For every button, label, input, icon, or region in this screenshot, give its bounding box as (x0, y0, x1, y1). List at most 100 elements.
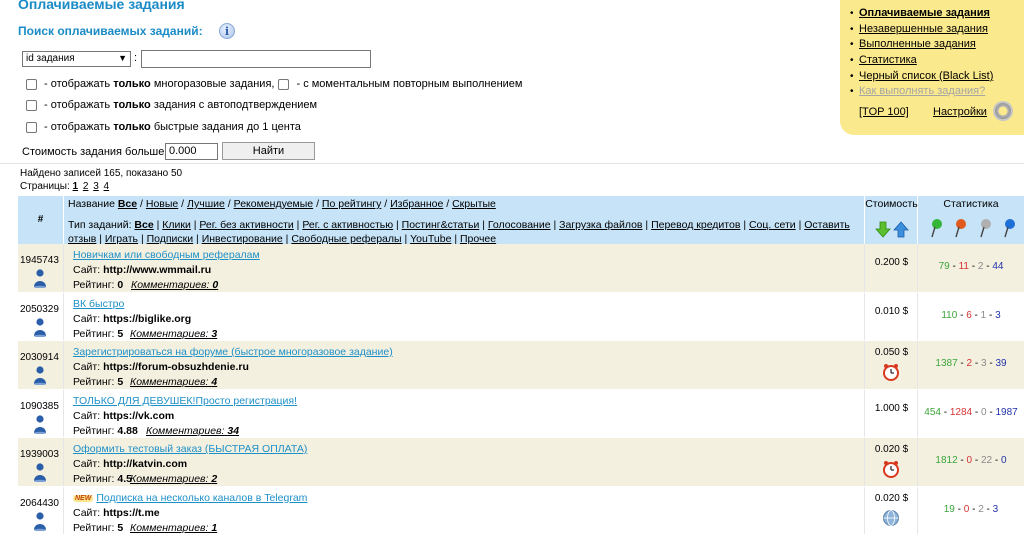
pin-blue-icon (1004, 219, 1015, 238)
rating-value: 5 (117, 376, 124, 388)
table-row: 1945743 Новичкам или свободным рефералам С… (18, 244, 1024, 293)
task-stats-cell: 1387 - 2 - 3 - 39 (918, 341, 1024, 389)
task-site: Сайт: http://katvin.com (73, 458, 187, 470)
cost-filter-input[interactable]: 0.000 (165, 143, 218, 160)
type-link[interactable]: Постинг&статьи (402, 219, 480, 231)
rating-value: 5 (117, 327, 124, 340)
task-id-cell: 1945743 (18, 244, 63, 292)
task-price: 0.200 $ (874, 257, 909, 268)
autoconfirm-checkbox[interactable] (26, 99, 37, 111)
type-link[interactable]: Соц. сети (749, 219, 796, 231)
task-info-cell: Оформить тестовый заказ (БЫСТРАЯ ОПЛАТА)… (63, 438, 865, 486)
sort-link[interactable]: Лучшие (187, 198, 225, 210)
task-info-cell: ВК быстро Сайт: https://biglike.org Рейтин… (63, 292, 865, 340)
task-title-link[interactable]: Новичкам или свободным рефералам (73, 249, 260, 261)
table-header: # Название Все / Новые / Лучшие / Рекоме… (18, 196, 1024, 245)
sort-up-icon[interactable] (893, 221, 909, 238)
site-label: Сайт: (73, 312, 101, 325)
user-icon[interactable] (33, 511, 47, 531)
page-link[interactable]: 3 (93, 181, 99, 192)
sort-link[interactable]: Скрытые (452, 198, 496, 210)
task-title-link[interactable]: Подписка на несколько каналов в Telegram (96, 492, 307, 504)
type-link[interactable]: Рег. с активностью (302, 219, 393, 231)
type-link[interactable]: Все (134, 219, 153, 231)
task-info-cell: Новичкам или свободным рефералам Сайт: ht… (63, 244, 865, 292)
rating-label: Рейтинг: (73, 424, 115, 437)
task-title-link[interactable]: Зарегистрироваться на форуме (быстрое мн… (73, 346, 393, 358)
user-icon[interactable] (33, 462, 47, 482)
task-title-link[interactable]: ТОЛЬКО ДЛЯ ДЕВУШЕК!Просто регистрация! (73, 395, 297, 407)
comments-link[interactable]: Комментариев: 4 (130, 376, 217, 388)
instant-repeat-checkbox[interactable] (278, 78, 290, 90)
comments-link[interactable]: Комментариев: 1 (130, 522, 217, 534)
top100-link[interactable]: [TOP 100] (859, 106, 909, 118)
clock-icon (883, 364, 899, 381)
task-cost-cell: 0.200 $ (865, 244, 918, 292)
results-count: Найдено записей 165, показано 50 (20, 168, 183, 179)
type-link[interactable]: Перевод кредитов (651, 219, 740, 231)
comments-link[interactable]: Комментариев: 0 (131, 279, 218, 291)
sort-link[interactable]: Рекомендуемые (234, 198, 314, 210)
filter-row-reusable: - отображать только многоразовые задания… (26, 78, 522, 90)
menu-item-link[interactable]: Черный список (Black List) (859, 70, 993, 82)
comments-link[interactable]: Комментариев: 34 (146, 425, 239, 437)
chevron-down-icon: ▼ (118, 53, 127, 63)
sort-link[interactable]: Новые (146, 198, 178, 210)
task-id-cell: 2064430 (18, 487, 63, 535)
type-link[interactable]: Клики (162, 219, 191, 231)
menu-item[interactable]: • Оплачиваемые задания (850, 6, 1020, 22)
type-link[interactable]: Голосование (488, 219, 551, 231)
table-row: 1090385 ТОЛЬКО ДЛЯ ДЕВУШЕК!Просто регистр… (18, 389, 1024, 438)
menu-item[interactable]: • Статистика (850, 53, 1020, 69)
comments-link[interactable]: Комментариев: 3 (130, 328, 217, 340)
settings-link[interactable]: Настройки (933, 106, 987, 118)
user-icon[interactable] (33, 317, 47, 337)
reusable-checkbox[interactable] (26, 78, 37, 90)
page-link[interactable]: 4 (104, 181, 110, 192)
sort-link[interactable]: По рейтингу (322, 198, 381, 210)
task-title: Оформить тестовый заказ (БЫСТРАЯ ОПЛАТА) (73, 443, 307, 455)
task-site: Сайт: http://www.wmmail.ru (73, 264, 211, 276)
task-id-cell: 2030914 (18, 341, 63, 389)
bullet-icon: • (850, 70, 854, 82)
help-icon[interactable]: i (219, 23, 235, 39)
gear-icon[interactable] (993, 101, 1013, 121)
task-site: Сайт: https://t.me (73, 507, 160, 519)
sort-link[interactable]: Избранное (390, 198, 443, 210)
menu-item[interactable]: • Черный список (Black List) (850, 69, 1020, 85)
user-icon[interactable] (33, 365, 47, 385)
menu-item-link[interactable]: Статистика (859, 54, 917, 66)
menu-item-link[interactable]: Выполненные задания (859, 38, 976, 50)
find-button[interactable]: Найти (222, 142, 315, 160)
task-rating: Рейтинг: 5 (73, 328, 123, 340)
menu-item[interactable]: • Как выполнять задания? (850, 84, 1020, 100)
type-link[interactable]: Загрузка файлов (559, 219, 642, 231)
fast-tasks-checkbox[interactable] (26, 121, 37, 133)
id-column-header: # (37, 214, 44, 225)
menu-item-link[interactable]: Как выполнять задания? (859, 85, 985, 97)
sort-down-icon[interactable] (875, 221, 891, 238)
menu-item[interactable]: • Выполненные задания (850, 37, 1020, 53)
menu-item-link[interactable]: Оплачиваемые задания (859, 7, 990, 19)
task-cost-cell: 0.020 $ (865, 486, 918, 534)
menu-item[interactable]: • Незавершенные задания (850, 22, 1020, 38)
user-icon[interactable] (33, 414, 47, 434)
page-link[interactable]: 2 (83, 181, 89, 192)
pin-gray-icon (980, 219, 991, 238)
task-cost-cell: 0.020 $ (865, 438, 918, 486)
sort-link[interactable]: Все (118, 198, 137, 210)
table-row: 2064430 NEW Подписка на несколько каналов … (18, 486, 1024, 535)
menu-item-link[interactable]: Незавершенные задания (859, 23, 988, 35)
comments-link[interactable]: Комментариев: 2 (130, 473, 217, 485)
search-field-select[interactable]: id задания ▼ (22, 51, 131, 67)
task-stats-cell: 110 - 6 - 1 - 3 (918, 293, 1024, 341)
task-id: 2050329 (20, 303, 59, 315)
site-url: https://biglike.org (103, 312, 192, 325)
task-id-cell: 2050329 (18, 293, 63, 341)
task-title-link[interactable]: ВК быстро (73, 298, 124, 310)
task-title-link[interactable]: Оформить тестовый заказ (БЫСТРАЯ ОПЛАТА) (73, 443, 307, 455)
search-input[interactable] (141, 50, 371, 68)
user-icon[interactable] (33, 268, 47, 288)
type-link[interactable]: Рег. без активности (199, 219, 293, 231)
filter-label: - отображать только задания с автоподтве… (44, 99, 318, 111)
